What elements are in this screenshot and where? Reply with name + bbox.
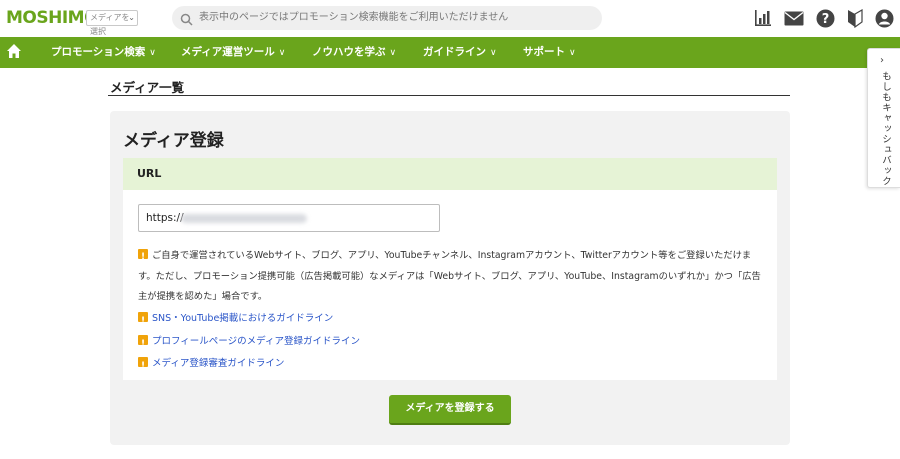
url-section-label: URL xyxy=(137,167,162,180)
nav-item-media-tools[interactable]: メディア運営ツール ∨ xyxy=(181,37,285,69)
nav-item-label: プロモーション検索 xyxy=(51,46,146,58)
nav-item-promotion-search[interactable]: プロモーション検索 ∨ xyxy=(51,37,156,69)
nav-item-label: ガイドライン xyxy=(423,46,486,58)
moshimo-logo[interactable]: MOSHIMO xyxy=(6,6,99,30)
svg-text:?: ? xyxy=(822,12,830,27)
chevron-down-icon: ∨ xyxy=(569,48,576,58)
beginner-mark-icon[interactable] xyxy=(847,8,863,28)
media-registration-card: メディア登録 URL https:// ご自身で運営されているWebサイト、ブロ… xyxy=(110,111,790,445)
side-tab-label: もしもキャッシュバック xyxy=(880,71,891,187)
link-label: メディア登録審査ガイドライン xyxy=(152,358,285,369)
main-nav: プロモーション検索 ∨ メディア運営ツール ∨ ノウハウを学ぶ ∨ ガイドライン ∨ サ… xyxy=(0,37,900,68)
search-placeholder: 表示中のページではプロモーション検索機能をご利用いただけません xyxy=(199,12,509,23)
profile-page-guideline-link[interactable]: プロフィールページのメディア登録ガイドライン xyxy=(138,331,360,355)
nav-item-label: メディア運営ツール xyxy=(181,46,275,58)
user-icon[interactable] xyxy=(875,9,894,28)
url-field-value: https:// xyxy=(146,212,184,224)
media-select[interactable]: メディアを選択 ⌄ xyxy=(86,10,138,36)
url-form-panel: https:// ご自身で運営されているWebサイト、ブログ、アプリ、YouTu… xyxy=(123,190,777,380)
top-bar: MOSHIMO メディアを選択 ⌄ 表示中のページではプロモーション検索機能をご… xyxy=(0,0,900,37)
search-input[interactable]: 表示中のページではプロモーション検索機能をご利用いただけません xyxy=(172,6,602,30)
search-icon xyxy=(180,11,193,30)
chevron-down-icon: ∨ xyxy=(389,48,397,58)
guideline-links: SNS・YouTube掲載におけるガイドライン プロフィールページのメディア登録… xyxy=(138,308,360,378)
nav-item-guidelines[interactable]: ガイドライン ∨ xyxy=(423,37,497,69)
link-label: SNS・YouTube掲載におけるガイドライン xyxy=(152,313,334,324)
home-icon[interactable] xyxy=(6,43,22,63)
warning-icon xyxy=(138,310,148,333)
divider xyxy=(108,95,790,96)
help-icon[interactable]: ? xyxy=(816,9,835,28)
nav-item-label: ノウハウを学ぶ xyxy=(312,46,386,58)
chevron-down-icon: ∨ xyxy=(490,48,497,58)
url-section-header: URL xyxy=(123,158,777,190)
warning-icon xyxy=(138,355,148,378)
warning-icon xyxy=(138,247,148,268)
warning-icon xyxy=(138,333,148,355)
registration-notice: ご自身で運営されているWebサイト、ブログ、アプリ、YouTubeチャンネル、I… xyxy=(138,246,766,308)
chevron-down-icon: ∨ xyxy=(149,48,156,58)
chevron-right-icon: › xyxy=(880,55,884,66)
card-title: メディア登録 xyxy=(123,131,224,151)
bar-chart-icon[interactable] xyxy=(754,9,772,27)
media-select-value: メディアを選択 xyxy=(90,13,130,36)
mail-icon[interactable] xyxy=(784,11,804,26)
sns-youtube-guideline-link[interactable]: SNS・YouTube掲載におけるガイドライン xyxy=(138,308,360,333)
chevron-down-icon: ∨ xyxy=(278,48,286,58)
redacted-url xyxy=(181,214,307,223)
page-title: メディア一覧 xyxy=(110,80,185,95)
register-media-button[interactable]: メディアを登録する xyxy=(389,395,511,425)
notice-text: ご自身で運営されているWebサイト、ブログ、アプリ、YouTubeチャンネル、I… xyxy=(138,250,761,302)
url-field[interactable]: https:// xyxy=(138,204,440,232)
review-guideline-link[interactable]: メディア登録審査ガイドライン xyxy=(138,353,360,378)
nav-item-label: サポート xyxy=(523,46,565,58)
chevron-down-icon: ⌄ xyxy=(128,13,135,22)
nav-item-support[interactable]: サポート ∨ xyxy=(523,37,576,69)
link-label: プロフィールページのメディア登録ガイドライン xyxy=(152,335,360,347)
header-icons: ? xyxy=(754,7,894,29)
cashback-side-tab[interactable]: › もしもキャッシュバック xyxy=(867,48,900,188)
nav-item-knowhow[interactable]: ノウハウを学ぶ ∨ xyxy=(312,37,396,69)
